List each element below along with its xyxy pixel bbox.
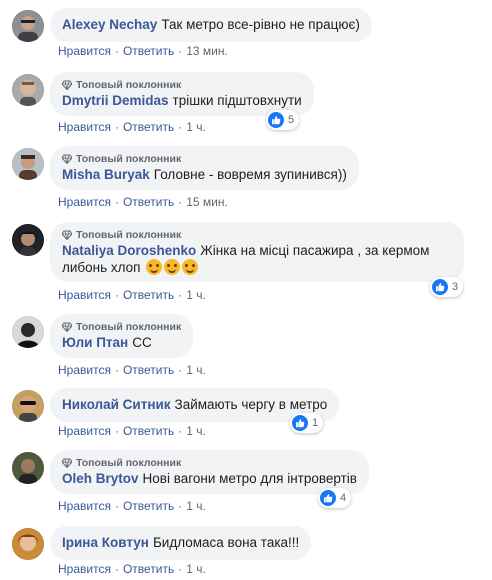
avatar[interactable] bbox=[12, 390, 44, 422]
comment-time[interactable]: 1 ч. bbox=[186, 499, 206, 513]
comment-author[interactable]: Nataliya Doroshenko bbox=[62, 243, 196, 258]
like-link[interactable]: Нравится bbox=[58, 120, 111, 134]
reply-link[interactable]: Ответить bbox=[123, 424, 174, 438]
like-link[interactable]: Нравится bbox=[58, 424, 111, 438]
comment-actions: Нравится · Ответить · 1 ч. bbox=[58, 499, 206, 513]
comment-text: Так метро все-рівно не працює) bbox=[161, 17, 360, 32]
comment-bubble: Ірина Ковтун Бидломаса вона така!!! bbox=[50, 526, 312, 560]
diamond-icon bbox=[62, 458, 72, 468]
comment-actions: Нравится · Ответить · 1 ч. bbox=[58, 288, 206, 302]
comment-text: Жінка на місці пасажира , за кермом bbox=[200, 243, 430, 258]
like-link[interactable]: Нравится bbox=[58, 499, 111, 513]
comment-bubble: Alexey Nechay Так метро все-рівно не прац… bbox=[50, 8, 372, 42]
comment-bubble: Топовый поклонник Misha Buryak Головне - … bbox=[50, 146, 359, 190]
diamond-icon bbox=[62, 322, 72, 332]
comment-text: Головне - вовремя зупинився)) bbox=[153, 167, 347, 182]
comment-time[interactable]: 1 ч. bbox=[186, 288, 206, 302]
fan-badge: Топовый поклонник bbox=[62, 320, 181, 334]
comment-time[interactable]: 1 ч. bbox=[186, 120, 206, 134]
like-link[interactable]: Нравится bbox=[58, 363, 111, 377]
comment-actions: Нравится · Ответить · 1 ч. bbox=[58, 120, 206, 134]
comment-text: СС bbox=[132, 335, 152, 350]
diamond-icon bbox=[62, 80, 72, 90]
like-link[interactable]: Нравится bbox=[58, 195, 111, 209]
reply-link[interactable]: Ответить bbox=[123, 195, 174, 209]
comment-text: Займають чергу в метро bbox=[174, 397, 328, 412]
avatar[interactable] bbox=[12, 452, 44, 484]
avatar[interactable] bbox=[12, 528, 44, 560]
avatar[interactable] bbox=[12, 10, 44, 42]
comment-text: Бидломаса вона така!!! bbox=[152, 535, 300, 550]
avatar[interactable] bbox=[12, 74, 44, 106]
reaction-count[interactable]: 4 bbox=[318, 488, 352, 508]
avatar[interactable] bbox=[12, 224, 44, 256]
like-icon bbox=[432, 279, 448, 295]
comment-author[interactable]: Юли Птан bbox=[62, 335, 128, 350]
comment-actions: Нравится · Ответить · 1 ч. bbox=[58, 424, 206, 438]
smile-emoji-icon bbox=[164, 259, 181, 275]
reply-link[interactable]: Ответить bbox=[123, 44, 174, 58]
comment-time[interactable]: 1 ч. bbox=[186, 562, 206, 576]
fan-badge: Топовый поклонник bbox=[62, 152, 347, 166]
reply-link[interactable]: Ответить bbox=[123, 363, 174, 377]
comment-author[interactable]: Misha Buryak bbox=[62, 167, 150, 182]
comment-author[interactable]: Alexey Nechay bbox=[62, 17, 157, 32]
comment-author[interactable]: Dmytrii Demidas bbox=[62, 93, 169, 108]
like-link[interactable]: Нравится bbox=[58, 44, 111, 58]
avatar[interactable] bbox=[12, 148, 44, 180]
comment-bubble: Топовый поклонник Nataliya Doroshenko Жін… bbox=[50, 222, 464, 282]
reply-link[interactable]: Ответить bbox=[123, 120, 174, 134]
like-link[interactable]: Нравится bbox=[58, 288, 111, 302]
fan-badge: Топовый поклонник bbox=[62, 78, 302, 92]
comment-text: трішки підштовхнути bbox=[172, 93, 302, 108]
reply-link[interactable]: Ответить bbox=[123, 499, 174, 513]
comment-actions: Нравится · Ответить · 1 ч. bbox=[58, 363, 206, 377]
comment-time[interactable]: 1 ч. bbox=[186, 424, 206, 438]
like-icon bbox=[268, 112, 284, 128]
diamond-icon bbox=[62, 230, 72, 240]
like-icon bbox=[292, 415, 308, 431]
reaction-count[interactable]: 1 bbox=[290, 413, 324, 433]
smile-emoji-icon bbox=[182, 259, 199, 275]
comment-author[interactable]: Oleh Brytov bbox=[62, 471, 139, 486]
comment-actions: Нравится · Ответить · 13 мин. bbox=[58, 44, 228, 58]
like-icon bbox=[320, 490, 336, 506]
like-link[interactable]: Нравится bbox=[58, 562, 111, 576]
comment-time[interactable]: 13 мин. bbox=[186, 44, 228, 58]
comment-time[interactable]: 1 ч. bbox=[186, 363, 206, 377]
comment-actions: Нравится · Ответить · 1 ч. bbox=[58, 562, 206, 576]
comment-bubble: Топовый поклонник Юли Птан СС bbox=[50, 314, 194, 358]
comment-actions: Нравится · Ответить · 15 мин. bbox=[58, 195, 228, 209]
reaction-count[interactable]: 3 bbox=[430, 277, 464, 297]
comment-bubble: Топовый поклонник Oleh Brytov Нові вагони… bbox=[50, 450, 369, 494]
comment-time[interactable]: 15 мин. bbox=[186, 195, 228, 209]
smile-emoji-icon bbox=[146, 259, 163, 275]
comment-author[interactable]: Николай Ситник bbox=[62, 397, 171, 412]
reply-link[interactable]: Ответить bbox=[123, 288, 174, 302]
reply-link[interactable]: Ответить bbox=[123, 562, 174, 576]
fan-badge: Топовый поклонник bbox=[62, 456, 357, 470]
reaction-count[interactable]: 5 bbox=[266, 110, 300, 130]
fan-badge: Топовый поклонник bbox=[62, 228, 452, 242]
comment-text-line2: либонь хлоп bbox=[62, 260, 141, 275]
comment-text: Нові вагони метро для інтровертів bbox=[142, 471, 357, 486]
diamond-icon bbox=[62, 154, 72, 164]
avatar[interactable] bbox=[12, 316, 44, 348]
comment-author[interactable]: Ірина Ковтун bbox=[62, 535, 149, 550]
